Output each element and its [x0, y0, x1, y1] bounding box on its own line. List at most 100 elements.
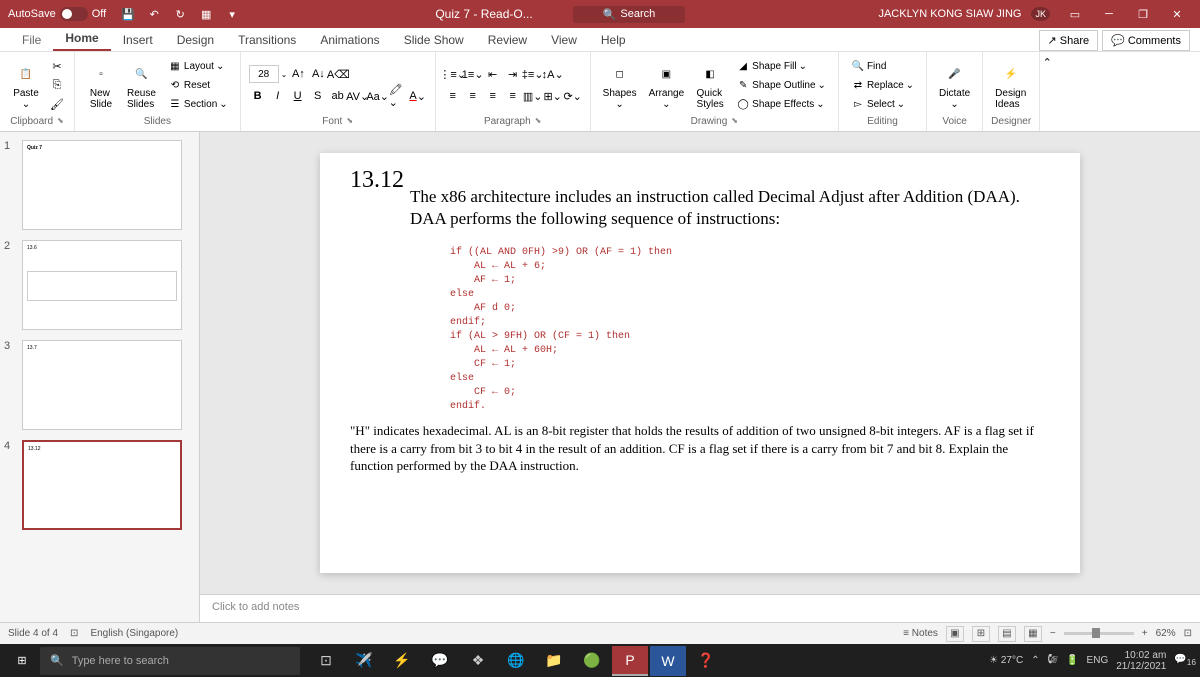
smartart-icon[interactable]: ⟳⌄ [564, 87, 582, 105]
numbering-icon[interactable]: 1≡⌄ [464, 65, 482, 83]
search-box[interactable]: 🔍 Search [573, 6, 686, 23]
layout-button[interactable]: ▦Layout ⌄ [164, 57, 232, 75]
ribbon-options-icon[interactable]: ▭ [1060, 4, 1090, 24]
shape-effects-button[interactable]: ◯Shape Effects ⌄ [732, 95, 830, 113]
sorter-view-icon[interactable]: ⊞ [972, 626, 990, 642]
share-button[interactable]: ↗Share [1039, 30, 1099, 51]
italic-icon[interactable]: I [269, 87, 287, 105]
shape-fill-button[interactable]: ◢Shape Fill ⌄ [732, 57, 830, 75]
shrink-font-icon[interactable]: A↓ [309, 65, 327, 83]
telegram-icon[interactable]: ✈️ [346, 646, 382, 676]
reading-view-icon[interactable]: ▤ [998, 626, 1016, 642]
explorer-icon[interactable]: 📁 [536, 646, 572, 676]
strike-icon[interactable]: S [309, 87, 327, 105]
shadow-icon[interactable]: ab [329, 87, 347, 105]
redo-icon[interactable]: ↻ [170, 4, 190, 24]
present-icon[interactable]: ▦ [196, 4, 216, 24]
language-status[interactable]: English (Singapore) [90, 628, 178, 639]
notes-toggle[interactable]: ≡ Notes [903, 628, 938, 639]
shape-outline-button[interactable]: ✎Shape Outline ⌄ [732, 76, 830, 94]
user-name[interactable]: JACKLYN KONG SIAW JING [878, 8, 1021, 20]
slideshow-view-icon[interactable]: ▦ [1024, 626, 1042, 642]
dialog-launcher-icon[interactable]: ⬊ [535, 116, 542, 127]
clear-format-icon[interactable]: A⌫ [329, 65, 347, 83]
replace-button[interactable]: ⇄Replace ⌄ [847, 76, 918, 94]
align-center-icon[interactable]: ≡ [464, 87, 482, 105]
dictate-button[interactable]: 🎤Dictate⌄ [935, 58, 974, 112]
thumbnail-panel[interactable]: 1 Quiz 7 2 13.6 3 13.7 4 13.12 [0, 132, 200, 622]
tab-review[interactable]: Review [476, 29, 539, 51]
tray-chevron-icon[interactable]: ⌃ [1031, 655, 1039, 666]
align-left-icon[interactable]: ≡ [444, 87, 462, 105]
notes-pane[interactable]: Click to add notes [200, 594, 1200, 622]
zoom-out-icon[interactable]: − [1050, 628, 1056, 639]
word-icon[interactable]: W [650, 646, 686, 676]
user-avatar[interactable]: JK [1031, 7, 1050, 21]
chevron-down-icon[interactable]: ⌄ [281, 70, 288, 79]
bold-icon[interactable]: B [249, 87, 267, 105]
tab-transitions[interactable]: Transitions [226, 29, 308, 51]
quick-styles-button[interactable]: ◧Quick Styles [692, 58, 728, 112]
spacing-icon[interactable]: AV⌄ [349, 87, 367, 105]
copy-icon[interactable]: ⎘ [48, 76, 66, 94]
tab-slideshow[interactable]: Slide Show [392, 29, 476, 51]
cut-icon[interactable]: ✂ [48, 57, 66, 75]
design-ideas-button[interactable]: ⚡Design Ideas [991, 58, 1030, 112]
normal-view-icon[interactable]: ▣ [946, 626, 964, 642]
zoom-slider[interactable] [1064, 632, 1134, 635]
slide-thumb-3[interactable]: 3 13.7 [4, 340, 195, 430]
text-direction-icon[interactable]: ↕A⌄ [544, 65, 562, 83]
edge-icon[interactable]: 🌐 [498, 646, 534, 676]
zoom-level[interactable]: 62% [1156, 628, 1176, 639]
taskbar-search[interactable]: 🔍 Type here to search [40, 647, 300, 675]
slide-thumb-1[interactable]: 1 Quiz 7 [4, 140, 195, 230]
select-button[interactable]: ▻Select ⌄ [847, 95, 918, 113]
shapes-button[interactable]: ◻Shapes⌄ [599, 58, 641, 112]
dialog-launcher-icon[interactable]: ⬊ [731, 116, 738, 127]
font-size-input[interactable] [249, 65, 279, 83]
maximize-icon[interactable]: ❐ [1128, 4, 1158, 24]
tab-file[interactable]: File [10, 29, 53, 51]
autosave-toggle[interactable] [60, 7, 88, 21]
ime-icon[interactable]: 🕼 [1048, 652, 1058, 669]
tab-animations[interactable]: Animations [308, 29, 391, 51]
save-icon[interactable]: 💾 [118, 4, 138, 24]
font-color-icon[interactable]: A⌄ [409, 87, 427, 105]
align-right-icon[interactable]: ≡ [484, 87, 502, 105]
qat-customize-icon[interactable]: ▾ [222, 4, 242, 24]
indent-inc-icon[interactable]: ⇥ [504, 65, 522, 83]
grow-font-icon[interactable]: A↑ [289, 65, 307, 83]
slide-position[interactable]: Slide 4 of 4 [8, 628, 58, 639]
justify-icon[interactable]: ≡ [504, 87, 522, 105]
zoom-in-icon[interactable]: + [1142, 628, 1148, 639]
document-title[interactable]: Quiz 7 - Read-O... [435, 7, 532, 21]
reuse-slides-button[interactable]: 🔍Reuse Slides [123, 58, 160, 112]
dialog-launcher-icon[interactable]: ⬊ [57, 116, 64, 127]
accessibility-icon[interactable]: ⊡ [70, 628, 78, 639]
new-slide-button[interactable]: ▫New Slide [83, 58, 119, 112]
whatsapp-icon[interactable]: 💬 [422, 646, 458, 676]
format-painter-icon[interactable]: 🖌 [48, 95, 66, 113]
section-button[interactable]: ☰Section ⌄ [164, 95, 232, 113]
app-icon[interactable]: ⚡ [384, 646, 420, 676]
slide-canvas[interactable]: 13.12 The x86 architecture includes an i… [320, 153, 1080, 573]
undo-icon[interactable]: ↶ [144, 4, 164, 24]
powerpoint-icon[interactable]: P [612, 646, 648, 676]
underline-icon[interactable]: U [289, 87, 307, 105]
dialog-launcher-icon[interactable]: ⬊ [346, 116, 353, 127]
bullets-icon[interactable]: ⋮≡⌄ [444, 65, 462, 83]
columns-icon[interactable]: ▥⌄ [524, 87, 542, 105]
arrange-button[interactable]: ▣Arrange⌄ [645, 58, 689, 112]
case-icon[interactable]: Aa⌄ [369, 87, 387, 105]
highlight-icon[interactable]: 🖍⌄ [389, 87, 407, 105]
slide-thumb-2[interactable]: 2 13.6 [4, 240, 195, 330]
battery-icon[interactable]: 🔋 [1066, 655, 1078, 666]
collapse-ribbon-icon[interactable]: ⌃ [1043, 56, 1052, 69]
tab-view[interactable]: View [539, 29, 589, 51]
weather-widget[interactable]: ☀ 27°C [989, 655, 1023, 666]
help-icon[interactable]: ❓ [688, 646, 724, 676]
align-text-icon[interactable]: ⊞⌄ [544, 87, 562, 105]
dropbox-icon[interactable]: ❖ [460, 646, 496, 676]
reset-button[interactable]: ⟲Reset [164, 76, 232, 94]
tab-design[interactable]: Design [165, 29, 226, 51]
